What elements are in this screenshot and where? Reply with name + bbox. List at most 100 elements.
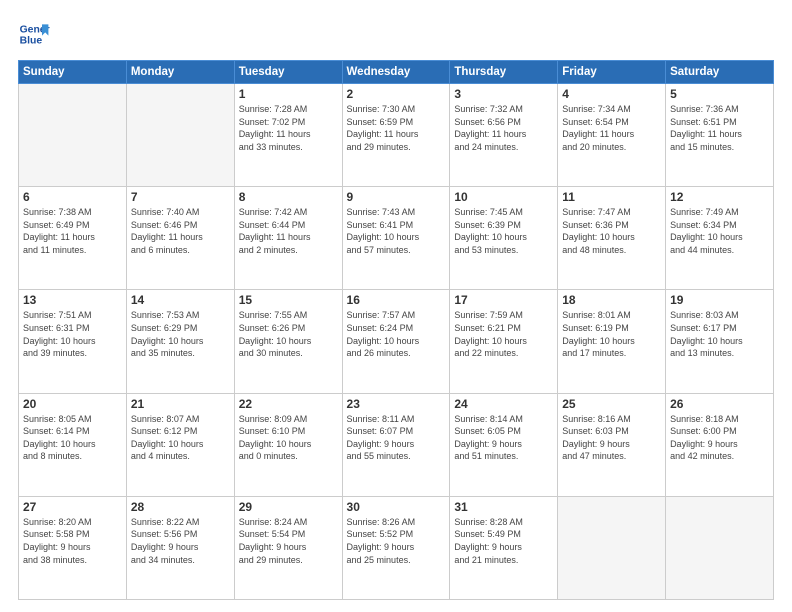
day-info: Sunrise: 8:11 AM Sunset: 6:07 PM Dayligh… <box>347 413 446 463</box>
day-number: 4 <box>562 87 661 101</box>
day-number: 28 <box>131 500 230 514</box>
logo: General Blue <box>18 18 50 50</box>
calendar-day: 27Sunrise: 8:20 AM Sunset: 5:58 PM Dayli… <box>19 496 127 599</box>
day-number: 29 <box>239 500 338 514</box>
day-number: 14 <box>131 293 230 307</box>
day-number: 30 <box>347 500 446 514</box>
day-number: 22 <box>239 397 338 411</box>
day-info: Sunrise: 8:24 AM Sunset: 5:54 PM Dayligh… <box>239 516 338 566</box>
day-info: Sunrise: 8:07 AM Sunset: 6:12 PM Dayligh… <box>131 413 230 463</box>
calendar-day: 7 Sunrise: 7:40 AM Sunset: 6:46 PM Daylig… <box>126 187 234 290</box>
day-number: 20 <box>23 397 122 411</box>
day-info: Sunrise: 7:36 AM Sunset: 6:51 PM Dayligh… <box>670 103 769 153</box>
calendar-day: 12Sunrise: 7:49 AM Sunset: 6:34 PM Dayli… <box>666 187 774 290</box>
day-number: 5 <box>670 87 769 101</box>
calendar-day: 13 Sunrise: 7:51 AM Sunset: 6:31 PM Dayli… <box>19 290 127 393</box>
day-info: Sunrise: 7:28 AM Sunset: 7:02 PM Dayligh… <box>239 103 338 153</box>
day-info: Sunrise: 7:30 AM Sunset: 6:59 PM Dayligh… <box>347 103 446 153</box>
day-info: Sunrise: 8:09 AM Sunset: 6:10 PM Dayligh… <box>239 413 338 463</box>
weekday-header-saturday: Saturday <box>666 61 774 84</box>
calendar-day: 20 Sunrise: 8:05 AM Sunset: 6:14 PM Dayli… <box>19 393 127 496</box>
calendar-day: 14 Sunrise: 7:53 AM Sunset: 6:29 PM Dayli… <box>126 290 234 393</box>
weekday-header-thursday: Thursday <box>450 61 558 84</box>
calendar-day <box>19 84 127 187</box>
calendar-day: 31 Sunrise: 8:28 AM Sunset: 5:49 PM Dayli… <box>450 496 558 599</box>
day-info: Sunrise: 8:16 AM Sunset: 6:03 PM Dayligh… <box>562 413 661 463</box>
calendar-day: 18 Sunrise: 8:01 AM Sunset: 6:19 PM Dayli… <box>558 290 666 393</box>
day-info: Sunrise: 8:01 AM Sunset: 6:19 PM Dayligh… <box>562 309 661 359</box>
day-number: 10 <box>454 190 553 204</box>
day-number: 6 <box>23 190 122 204</box>
day-info: Sunrise: 8:22 AM Sunset: 5:56 PM Dayligh… <box>131 516 230 566</box>
svg-text:Blue: Blue <box>20 36 43 47</box>
day-number: 15 <box>239 293 338 307</box>
day-number: 7 <box>131 190 230 204</box>
day-number: 16 <box>347 293 446 307</box>
day-number: 31 <box>454 500 553 514</box>
day-info: Sunrise: 8:20 AM Sunset: 5:58 PM Dayligh… <box>23 516 122 566</box>
day-info: Sunrise: 8:03 AM Sunset: 6:17 PM Dayligh… <box>670 309 769 359</box>
weekday-header-wednesday: Wednesday <box>342 61 450 84</box>
day-info: Sunrise: 7:34 AM Sunset: 6:54 PM Dayligh… <box>562 103 661 153</box>
generalblue-logo-icon: General Blue <box>18 18 50 50</box>
calendar-day: 22 Sunrise: 8:09 AM Sunset: 6:10 PM Dayli… <box>234 393 342 496</box>
day-number: 9 <box>347 190 446 204</box>
day-info: Sunrise: 7:57 AM Sunset: 6:24 PM Dayligh… <box>347 309 446 359</box>
calendar-week-1: 1 Sunrise: 7:28 AM Sunset: 7:02 PM Daylig… <box>19 84 774 187</box>
calendar-day: 26 Sunrise: 8:18 AM Sunset: 6:00 PM Dayli… <box>666 393 774 496</box>
day-number: 19 <box>670 293 769 307</box>
day-number: 25 <box>562 397 661 411</box>
day-number: 24 <box>454 397 553 411</box>
day-info: Sunrise: 7:43 AM Sunset: 6:41 PM Dayligh… <box>347 206 446 256</box>
weekday-header-friday: Friday <box>558 61 666 84</box>
calendar-day: 21Sunrise: 8:07 AM Sunset: 6:12 PM Dayli… <box>126 393 234 496</box>
calendar-day: 30Sunrise: 8:26 AM Sunset: 5:52 PM Dayli… <box>342 496 450 599</box>
header: General Blue <box>18 18 774 50</box>
page: General Blue SundayMondayTuesdayWednesda… <box>0 0 792 612</box>
calendar-day: 23 Sunrise: 8:11 AM Sunset: 6:07 PM Dayli… <box>342 393 450 496</box>
calendar-day: 16 Sunrise: 7:57 AM Sunset: 6:24 PM Dayli… <box>342 290 450 393</box>
weekday-header-tuesday: Tuesday <box>234 61 342 84</box>
calendar-day: 11Sunrise: 7:47 AM Sunset: 6:36 PM Dayli… <box>558 187 666 290</box>
calendar-day <box>558 496 666 599</box>
day-info: Sunrise: 7:45 AM Sunset: 6:39 PM Dayligh… <box>454 206 553 256</box>
weekday-header-sunday: Sunday <box>19 61 127 84</box>
day-info: Sunrise: 8:28 AM Sunset: 5:49 PM Dayligh… <box>454 516 553 566</box>
day-info: Sunrise: 7:32 AM Sunset: 6:56 PM Dayligh… <box>454 103 553 153</box>
day-info: Sunrise: 8:05 AM Sunset: 6:14 PM Dayligh… <box>23 413 122 463</box>
calendar-day <box>126 84 234 187</box>
calendar-day: 15 Sunrise: 7:55 AM Sunset: 6:26 PM Dayli… <box>234 290 342 393</box>
calendar-week-4: 20 Sunrise: 8:05 AM Sunset: 6:14 PM Dayli… <box>19 393 774 496</box>
calendar-table: SundayMondayTuesdayWednesdayThursdayFrid… <box>18 60 774 600</box>
day-number: 17 <box>454 293 553 307</box>
day-number: 13 <box>23 293 122 307</box>
calendar-day: 5 Sunrise: 7:36 AM Sunset: 6:51 PM Daylig… <box>666 84 774 187</box>
calendar-day: 4 Sunrise: 7:34 AM Sunset: 6:54 PM Daylig… <box>558 84 666 187</box>
calendar-day: 25 Sunrise: 8:16 AM Sunset: 6:03 PM Dayli… <box>558 393 666 496</box>
calendar-day: 19 Sunrise: 8:03 AM Sunset: 6:17 PM Dayli… <box>666 290 774 393</box>
day-info: Sunrise: 7:55 AM Sunset: 6:26 PM Dayligh… <box>239 309 338 359</box>
day-number: 2 <box>347 87 446 101</box>
calendar-week-2: 6Sunrise: 7:38 AM Sunset: 6:49 PM Daylig… <box>19 187 774 290</box>
calendar-day <box>666 496 774 599</box>
calendar-week-3: 13 Sunrise: 7:51 AM Sunset: 6:31 PM Dayli… <box>19 290 774 393</box>
day-info: Sunrise: 8:18 AM Sunset: 6:00 PM Dayligh… <box>670 413 769 463</box>
calendar-day: 8 Sunrise: 7:42 AM Sunset: 6:44 PM Daylig… <box>234 187 342 290</box>
day-number: 23 <box>347 397 446 411</box>
day-info: Sunrise: 7:51 AM Sunset: 6:31 PM Dayligh… <box>23 309 122 359</box>
calendar-day: 29 Sunrise: 8:24 AM Sunset: 5:54 PM Dayli… <box>234 496 342 599</box>
day-info: Sunrise: 7:42 AM Sunset: 6:44 PM Dayligh… <box>239 206 338 256</box>
day-info: Sunrise: 7:40 AM Sunset: 6:46 PM Dayligh… <box>131 206 230 256</box>
day-number: 18 <box>562 293 661 307</box>
day-number: 1 <box>239 87 338 101</box>
weekday-header-row: SundayMondayTuesdayWednesdayThursdayFrid… <box>19 61 774 84</box>
day-info: Sunrise: 7:53 AM Sunset: 6:29 PM Dayligh… <box>131 309 230 359</box>
calendar-day: 9 Sunrise: 7:43 AM Sunset: 6:41 PM Daylig… <box>342 187 450 290</box>
day-number: 26 <box>670 397 769 411</box>
calendar-day: 24Sunrise: 8:14 AM Sunset: 6:05 PM Dayli… <box>450 393 558 496</box>
day-number: 8 <box>239 190 338 204</box>
day-info: Sunrise: 7:47 AM Sunset: 6:36 PM Dayligh… <box>562 206 661 256</box>
calendar-day: 6Sunrise: 7:38 AM Sunset: 6:49 PM Daylig… <box>19 187 127 290</box>
calendar-day: 3Sunrise: 7:32 AM Sunset: 6:56 PM Daylig… <box>450 84 558 187</box>
calendar-day: 10 Sunrise: 7:45 AM Sunset: 6:39 PM Dayli… <box>450 187 558 290</box>
